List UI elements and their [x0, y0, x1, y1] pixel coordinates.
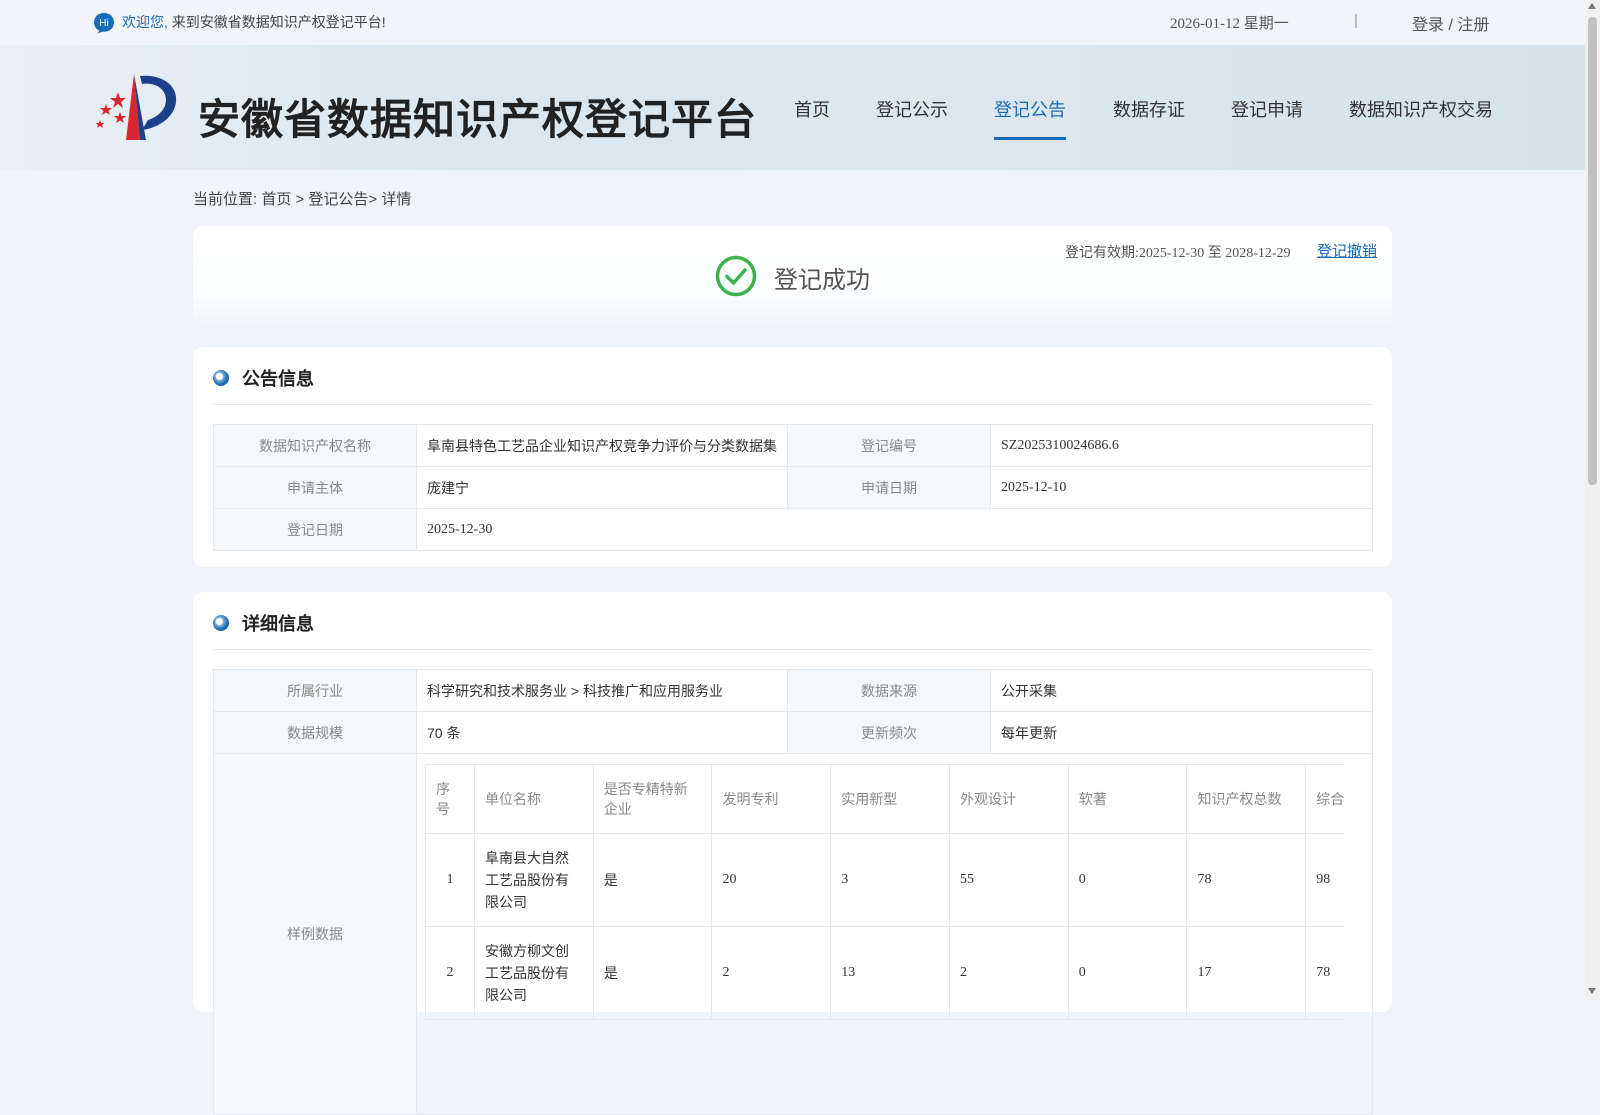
col-header-invention: 发明专利 [711, 764, 832, 834]
col-header-design: 外观设计 [948, 764, 1069, 834]
ip-name-value: 阜南县特色工艺品企业知识产权竞争力评价与分类数据集 [416, 424, 788, 467]
cell-invention: 20 [711, 833, 832, 927]
detail-card: 详细信息 所属行业 科学研究和技术服务业 > 科技推广和应用服务业 数据来源 公… [193, 592, 1392, 1115]
section-title: 详细信息 [242, 614, 314, 634]
cell-software: 0 [1067, 833, 1188, 927]
col-header-composite: 综合 [1305, 764, 1345, 834]
scale-label: 数据规模 [213, 711, 417, 754]
breadcrumb: 当前位置: 首页 > 登记公告> 详情 [193, 191, 412, 208]
cell-ip-total: 17 [1186, 926, 1307, 1020]
cell-composite: 98 [1305, 833, 1345, 927]
site-title: 安徽省数据知识产权登记平台 [198, 96, 758, 143]
current-date: 2026-01-12 星期一 [1170, 16, 1289, 32]
table-row: 数据规模 70 条 更新频次 每年更新 [213, 711, 1373, 754]
industry-label: 所属行业 [213, 669, 417, 712]
col-header-index: 序号 [425, 764, 475, 834]
col-header-utility: 实用新型 [830, 764, 950, 834]
scroll-up-arrow-icon[interactable] [1588, 3, 1596, 9]
table-row: 申请主体 庞建宁 申请日期 2025-12-10 [213, 466, 1373, 509]
svg-text:Hi: Hi [99, 18, 108, 29]
welcome-text: 来到安徽省数据知识产权登记平台! [171, 14, 386, 30]
nav-registration-apply[interactable]: 登记申请 [1231, 96, 1303, 122]
announcement-table: 数据知识产权名称 阜南县特色工艺品企业知识产权竞争力评价与分类数据集 登记编号 … [213, 424, 1373, 551]
status-card: 登记成功 登记有效期:2025-12-30 至 2028-12-29 登记撤销 [193, 226, 1392, 327]
nav-data-evidence[interactable]: 数据存证 [1113, 96, 1185, 122]
source-label: 数据来源 [787, 669, 991, 712]
nav-active-indicator [994, 137, 1066, 140]
col-header-software: 软著 [1067, 764, 1188, 834]
scale-value: 70 条 [416, 711, 788, 754]
reg-no-label: 登记编号 [787, 424, 991, 467]
cell-software: 0 [1067, 926, 1188, 1020]
source-value: 公开采集 [990, 669, 1373, 712]
cell-composite: 78 [1305, 926, 1345, 1020]
col-header-specialized: 是否专精特新企业 [592, 764, 713, 834]
cell-company: 安徽方柳文创工艺品股份有限公司 [473, 926, 594, 1020]
table-row: 1 阜南县大自然工艺品股份有限公司 是 20 3 55 0 78 98 [425, 833, 1345, 927]
topbar-separator: | [1354, 12, 1358, 29]
cell-specialized: 是 [592, 833, 713, 927]
announcement-card: 公告信息 数据知识产权名称 阜南县特色工艺品企业知识产权竞争力评价与分类数据集 … [193, 347, 1392, 567]
col-header-company: 单位名称 [473, 764, 594, 834]
sample-table: 序号 单位名称 是否专精特新企业 发明专利 实用新型 外观设计 软著 知识产权总… [425, 764, 1345, 1020]
nav-registration-announcement[interactable]: 登记公告 [994, 96, 1066, 122]
cell-ip-total: 78 [1186, 833, 1307, 927]
frequency-label: 更新频次 [787, 711, 991, 754]
cell-utility: 13 [830, 926, 950, 1020]
scroll-down-arrow-icon[interactable] [1588, 988, 1596, 994]
nav-ip-trading[interactable]: 数据知识产权交易 [1349, 96, 1493, 122]
reg-date-label: 登记日期 [213, 508, 417, 551]
bullet-icon [213, 615, 229, 631]
industry-value: 科学研究和技术服务业 > 科技推广和应用服务业 [416, 669, 788, 712]
welcome-message: 欢迎您, 来到安徽省数据知识产权登记平台! [122, 12, 386, 32]
reg-no-value: SZ2025310024686.6 [990, 424, 1373, 467]
top-bar: Hi 欢迎您, 来到安徽省数据知识产权登记平台! 2026-01-12 星期一 … [0, 0, 1585, 46]
cell-specialized: 是 [592, 926, 713, 1020]
page-scrollbar[interactable] [1585, 0, 1600, 1000]
applicant-value: 庞建宁 [416, 466, 788, 509]
registration-status: 登记成功 [774, 267, 870, 294]
frequency-value: 每年更新 [990, 711, 1373, 754]
cell-invention: 2 [711, 926, 832, 1020]
welcome-prefix: 欢迎您, [122, 14, 168, 30]
validity-period: 登记有效期:2025-12-30 至 2028-12-29 [1065, 246, 1291, 261]
sample-data-label: 样例数据 [213, 753, 417, 1115]
hi-icon: Hi [94, 13, 114, 34]
cell-company: 阜南县大自然工艺品股份有限公司 [473, 833, 594, 927]
login-register-link[interactable]: 登录 / 注册 [1412, 11, 1489, 35]
success-check-icon [715, 255, 757, 297]
nav-home[interactable]: 首页 [794, 96, 830, 122]
section-title: 公告信息 [242, 369, 314, 389]
divider [213, 404, 1372, 405]
scrollbar-thumb[interactable] [1588, 17, 1597, 485]
sample-table-scroll[interactable]: 序号 单位名称 是否专精特新企业 发明专利 实用新型 外观设计 软著 知识产权总… [425, 764, 1345, 1024]
applicant-label: 申请主体 [213, 466, 417, 509]
revoke-registration-link[interactable]: 登记撤销 [1317, 240, 1377, 261]
cell-index: 2 [425, 926, 475, 1020]
cell-utility: 3 [830, 833, 950, 927]
sample-header-row: 序号 单位名称 是否专精特新企业 发明专利 实用新型 外观设计 软著 知识产权总… [425, 764, 1345, 834]
table-row: 2 安徽方柳文创工艺品股份有限公司 是 2 13 2 0 17 78 [425, 926, 1345, 1020]
table-row: 数据知识产权名称 阜南县特色工艺品企业知识产权竞争力评价与分类数据集 登记编号 … [213, 424, 1373, 467]
divider [213, 649, 1372, 650]
reg-date-value: 2025-12-30 [416, 508, 1373, 551]
site-logo[interactable] [90, 72, 180, 142]
bullet-icon [213, 370, 229, 386]
ip-name-label: 数据知识产权名称 [213, 424, 417, 467]
apply-date-value: 2025-12-10 [990, 466, 1373, 509]
table-row: 所属行业 科学研究和技术服务业 > 科技推广和应用服务业 数据来源 公开采集 [213, 669, 1373, 712]
table-row: 登记日期 2025-12-30 [213, 508, 1373, 551]
cell-design: 2 [948, 926, 1069, 1020]
cell-design: 55 [948, 833, 1069, 927]
nav-registration-public[interactable]: 登记公示 [876, 96, 948, 122]
col-header-ip-total: 知识产权总数 [1186, 764, 1307, 834]
apply-date-label: 申请日期 [787, 466, 991, 509]
cell-index: 1 [425, 833, 475, 927]
